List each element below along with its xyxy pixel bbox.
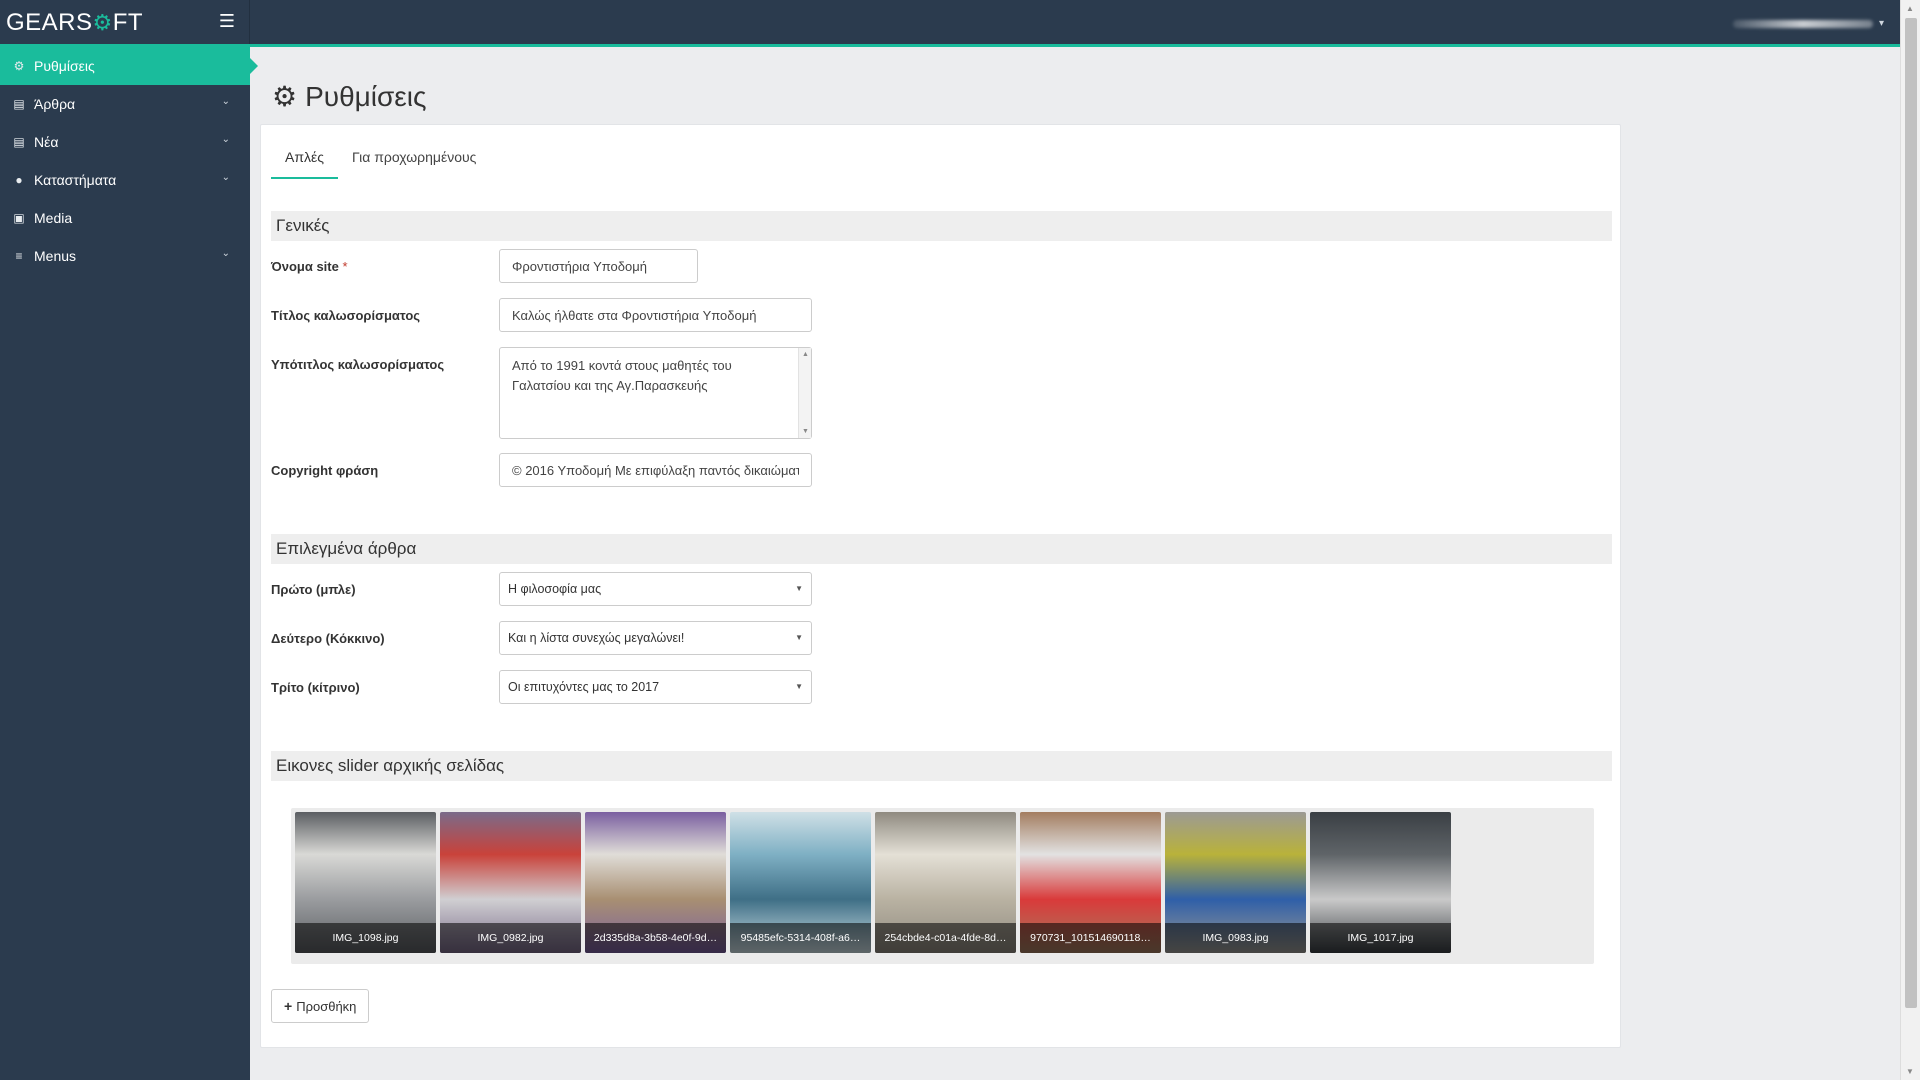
hamburger-icon[interactable]: ☰ [216,10,238,32]
sidebar-item-label: Ρυθμίσεις [34,58,95,74]
slider-thumbnail[interactable]: 95485efc-5314-408f-a6… [730,812,871,953]
scrollbar-thumb[interactable] [1905,18,1917,1008]
settings-panel: Απλές Για προχωρημένους Γενικές Όνομα si… [260,124,1621,1048]
cog-icon: ⚙ [272,81,298,112]
sidebar-item-label: Νέα [34,134,59,150]
sidebar-item-menus[interactable]: ≡ Menus ⌄ [0,237,250,275]
site-name-row: Όνομα site * [271,249,698,283]
file-icon: ▤ [13,97,25,111]
scroll-up-icon[interactable]: ▲ [1906,4,1914,13]
list-icon: ≡ [15,249,23,263]
welcome-title-row: Τίτλος καλωσορίσματος [271,298,812,332]
slider-thumbnail[interactable]: 254cbde4-c01a-4fde-8d… [875,812,1016,953]
slider-thumbnail[interactable]: IMG_1017.jpg [1310,812,1451,953]
slider-thumbnail-caption: 2d335d8a-3b58-4e0f-9d… [585,923,726,953]
map-marker-icon: ● [15,173,23,187]
caret-down-icon: ▼ [795,584,803,593]
slider-thumbnail-caption: IMG_1017.jpg [1310,923,1451,953]
slider-gallery: IMG_1098.jpg IMG_0982.jpg 2d335d8a-3b58-4e… [291,808,1594,964]
welcome-title-label: Τίτλος καλωσορίσματος [271,308,421,323]
tab-advanced[interactable]: Για προχωρημένους [338,141,490,179]
slider-thumbnail[interactable]: IMG_0983.jpg [1165,812,1306,953]
scroll-down-icon[interactable]: ▼ [1906,1067,1914,1076]
welcome-title-input[interactable] [499,298,812,332]
sidebar: ⚙ Ρυθμίσεις ▤ Άρθρα ⌄ ▤ Νέα ⌄ ● Καταστήμ… [0,47,258,1080]
sidebar-item-label: Καταστήματα [34,172,117,188]
third-featured-select[interactable]: Οι επιτυχόντες μας το 2017 ▼ [499,670,812,704]
welcome-subtitle-label: Υπότιτλος καλωσορίσματος [271,357,445,372]
user-name-blurred [1732,19,1873,28]
section-slider-heading: Εικονες slider αρχικής σελίδας [271,751,1612,781]
copyright-label: Copyright φράση [271,463,379,478]
welcome-subtitle-textarea[interactable]: Από το 1991 κοντά στους μαθητές του Γαλα… [499,347,812,439]
welcome-subtitle-wrapper: Από το 1991 κοντά στους μαθητές του Γαλα… [499,347,812,439]
file-icon: ▤ [13,135,25,149]
slider-thumbnail[interactable]: 970731_101514690118… [1020,812,1161,953]
sidebar-item-articles[interactable]: ▤ Άρθρα ⌄ [0,85,250,123]
first-featured-label: Πρώτο (μπλε) [271,582,356,597]
site-name-label: Όνομα site * [271,259,348,274]
sidebar-item-news[interactable]: ▤ Νέα ⌄ [0,123,250,161]
sidebar-item-settings[interactable]: ⚙ Ρυθμίσεις [0,47,258,85]
second-featured-select[interactable]: Και η λίστα συνεχώς μεγαλώνει! ▼ [499,621,812,655]
page-title: ⚙ Ρυθμίσεις [272,80,427,113]
third-featured-row: Τρίτο (κίτρινο) Οι επιτυχόντες μας το 20… [271,670,812,704]
add-image-label: Προσθήκη [296,998,357,1014]
slider-thumbnail[interactable]: 2d335d8a-3b58-4e0f-9d… [585,812,726,953]
third-featured-label: Τρίτο (κίτρινο) [271,680,360,695]
add-image-button[interactable]: + Προσθήκη [271,989,370,1023]
sidebar-item-label: Media [34,210,73,226]
slider-thumbnail-caption: 95485efc-5314-408f-a6… [730,923,871,953]
caret-down-icon: ▼ [795,682,803,691]
plus-icon: + [284,998,293,1014]
chevron-down-icon: ▾ [1878,18,1884,29]
slider-thumbnail[interactable]: IMG_0982.jpg [440,812,581,953]
slider-thumbnail-caption: IMG_0983.jpg [1165,923,1306,953]
tab-simple[interactable]: Απλές [271,141,338,179]
logo-text: GEARS⚙FT [6,9,144,36]
top-navbar: GEARS⚙FT ☰ ▾ [0,0,1900,47]
section-featured-heading: Επιλεγμένα άρθρα [271,534,1612,564]
sidebar-item-stores[interactable]: ● Καταστήματα ⌄ [0,161,250,199]
sidebar-item-media[interactable]: ▣ Media [0,199,250,237]
cogs-icon: ⚙ [13,59,25,73]
sidebar-item-label: Άρθρα [34,96,76,112]
chevron-down-icon: ⌄ [221,172,230,183]
slider-thumbnail[interactable]: IMG_1098.jpg [295,812,436,953]
caret-down-icon: ▼ [795,633,803,642]
chevron-down-icon: ⌄ [221,96,230,107]
slider-thumbnail-caption: IMG_1098.jpg [295,923,436,953]
textarea-scrollbar[interactable]: ▲ ▼ [798,348,811,438]
copyright-input[interactable] [499,453,812,487]
site-name-input[interactable] [499,249,698,283]
slider-thumbnail-caption: IMG_0982.jpg [440,923,581,953]
second-featured-label: Δεύτερο (Κόκκινο) [271,631,385,646]
required-mark: * [342,259,348,274]
section-general-heading: Γενικές [271,211,1612,241]
copyright-row: Copyright φράση [271,453,812,487]
slider-thumbnail-caption: 254cbde4-c01a-4fde-8d… [875,923,1016,953]
second-featured-row: Δεύτερο (Κόκκινο) Και η λίστα συνεχώς με… [271,621,812,655]
first-featured-select[interactable]: Η φιλοσοφία μας ▼ [499,572,812,606]
welcome-subtitle-row: Υπότιτλος καλωσορίσματος Από το 1991 κον… [271,347,812,439]
first-featured-row: Πρώτο (μπλε) Η φιλοσοφία μας ▼ [271,572,812,606]
user-menu[interactable]: ▾ [1732,18,1884,29]
brand-logo[interactable]: GEARS⚙FT [0,0,250,44]
image-icon: ▣ [13,211,25,225]
chevron-down-icon: ⌄ [221,134,230,145]
sidebar-item-label: Menus [34,248,77,264]
slider-thumbnail-caption: 970731_101514690118… [1020,923,1161,953]
page-scrollbar[interactable]: ▲ ▼ [1900,0,1920,1080]
chevron-down-icon: ⌄ [221,248,230,259]
settings-tabs: Απλές Για προχωρημένους [271,141,490,179]
page-title-text: Ρυθμίσεις [305,80,427,112]
logo-gear-icon: ⚙ [92,10,113,35]
